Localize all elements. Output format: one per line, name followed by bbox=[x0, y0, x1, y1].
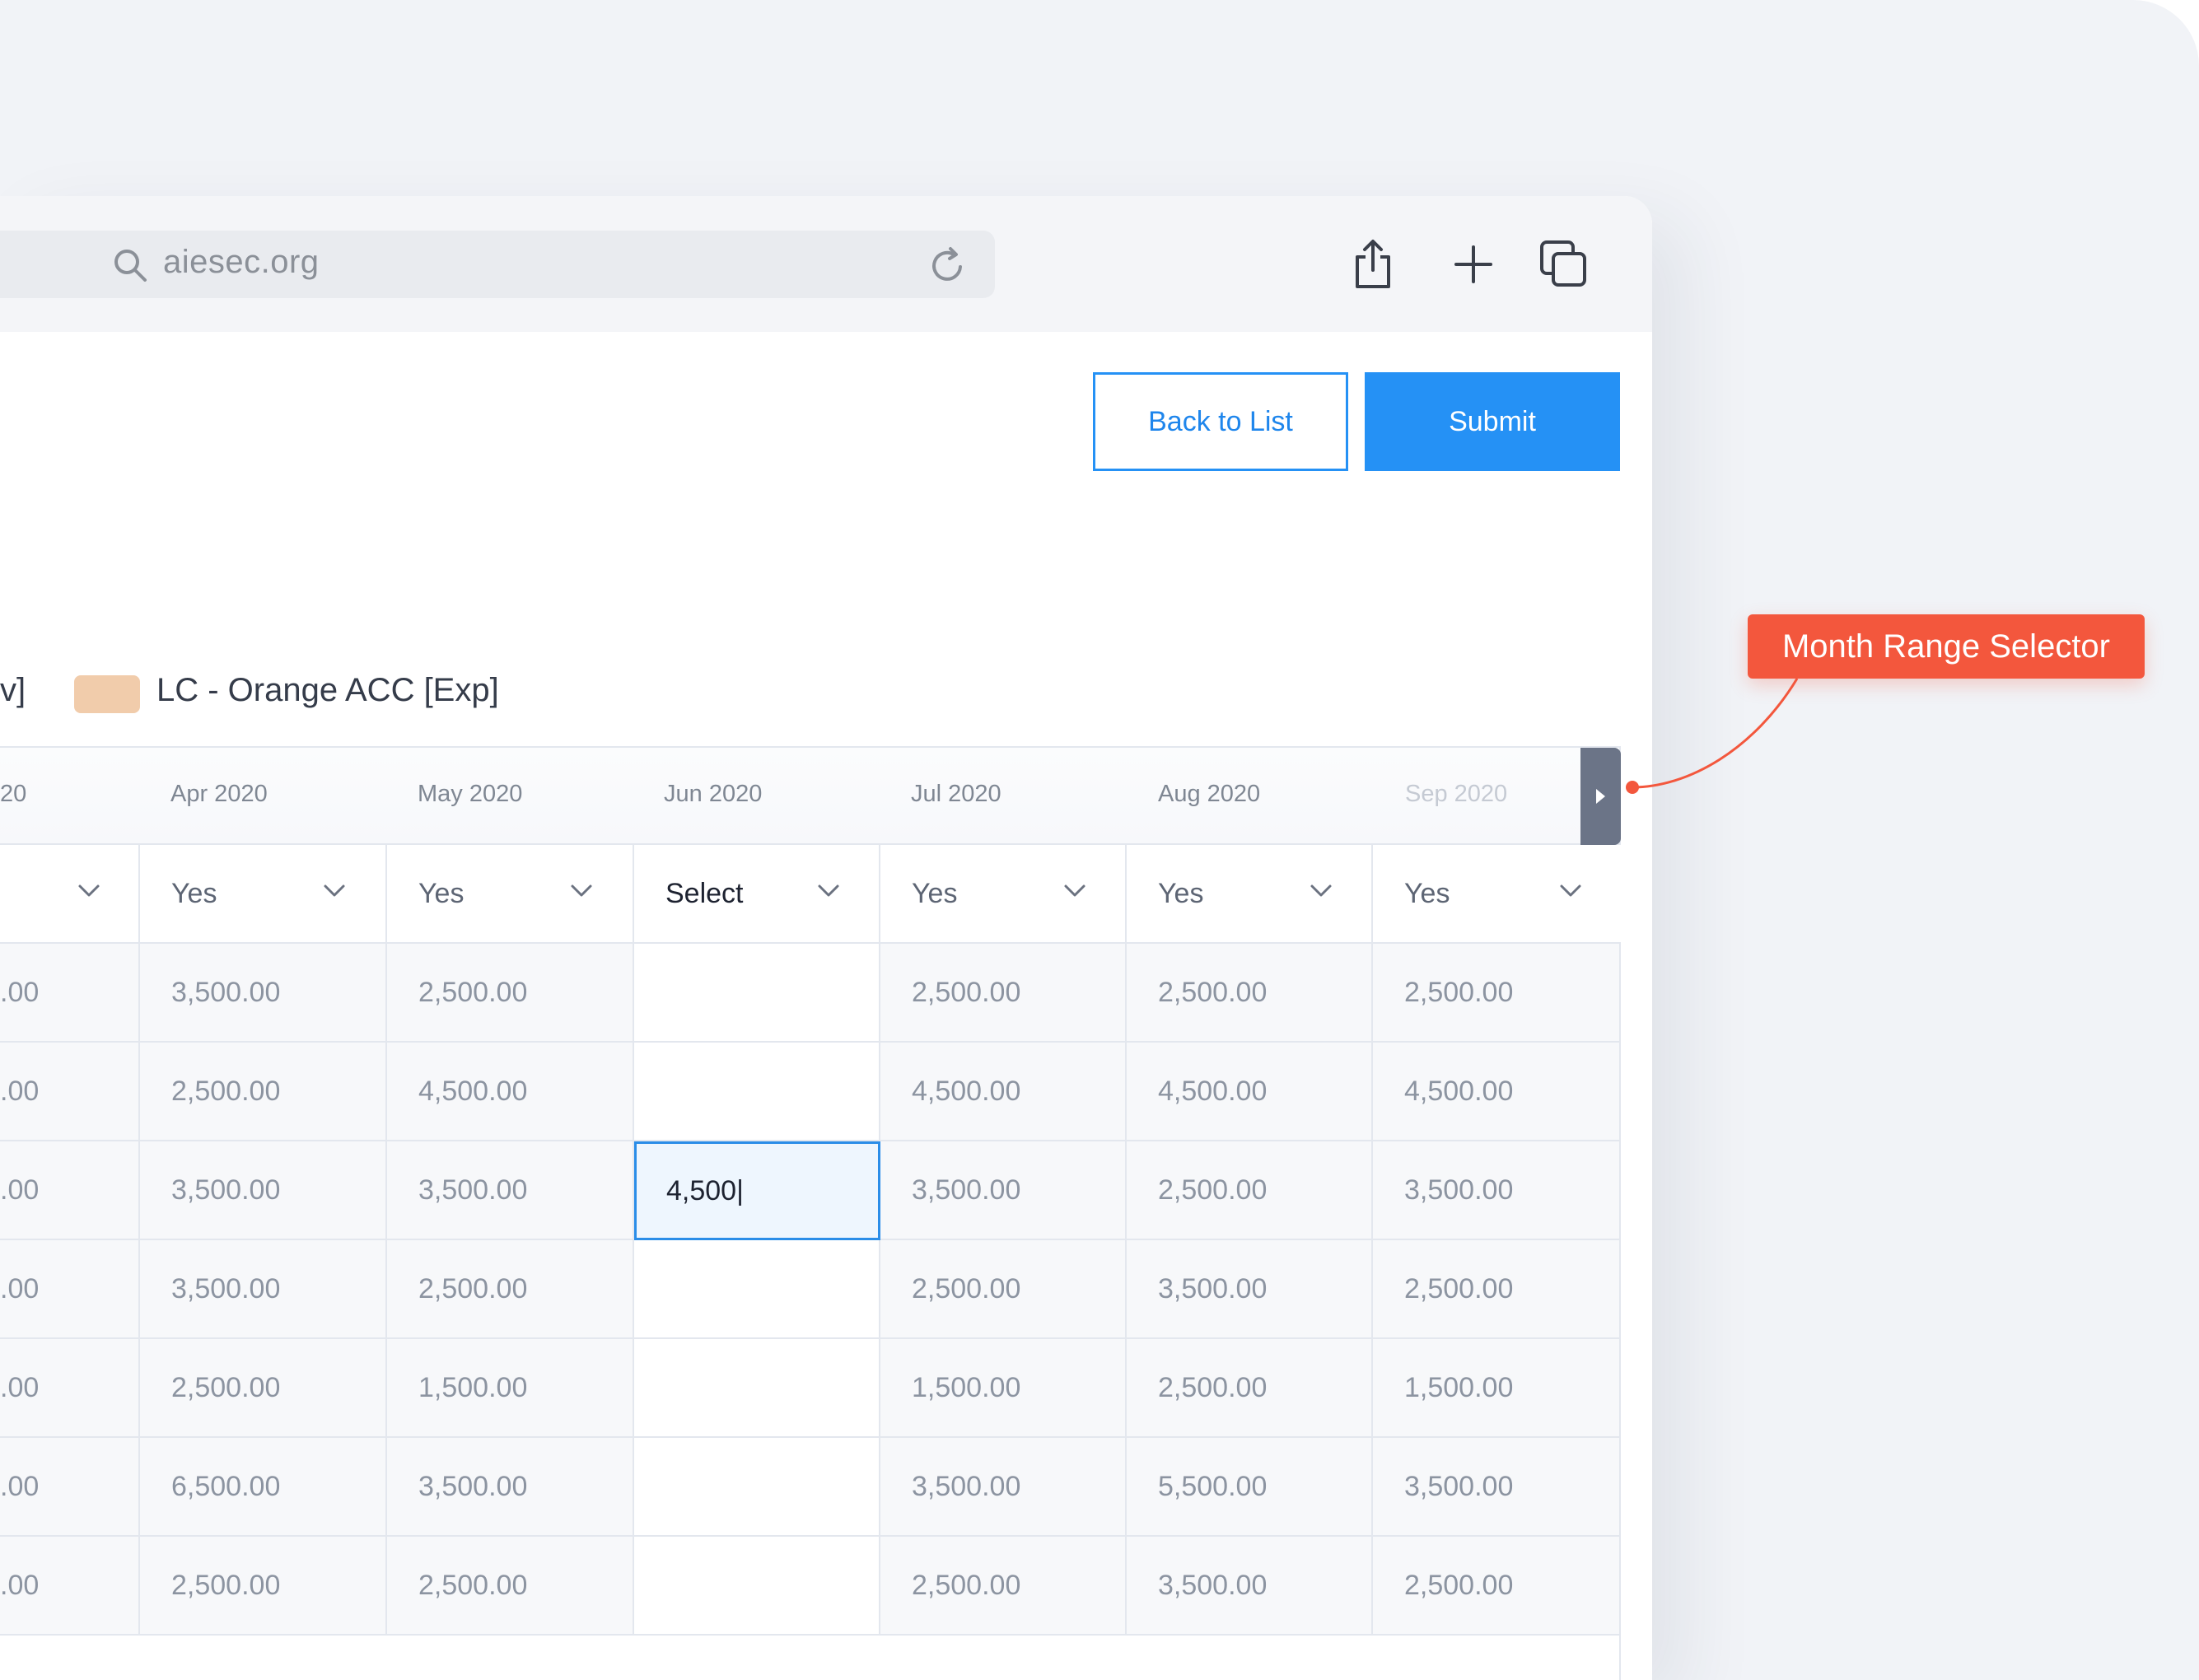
amount-cell[interactable]: 1,500.00 bbox=[1373, 1339, 1621, 1436]
amount-cell[interactable]: 4,500.00 bbox=[387, 1043, 634, 1140]
legend-item-label: LC - Orange ACC [Exp] bbox=[156, 672, 499, 708]
amount-cell[interactable]: 2,500.00 bbox=[387, 1537, 634, 1634]
amount-cell[interactable]: 2,500.00 bbox=[1373, 944, 1621, 1041]
browser-toolbar: aiesec.org bbox=[0, 196, 1652, 332]
legend-partial-label: v] bbox=[0, 672, 26, 708]
select-cell[interactable]: Yes bbox=[387, 845, 634, 942]
amount-cell[interactable]: 2,500.00 bbox=[1127, 1141, 1373, 1239]
amount-cell[interactable]: 2,500.00 bbox=[1373, 1240, 1621, 1337]
amount-cell[interactable]: .00 bbox=[0, 1240, 140, 1337]
amount-cell[interactable]: .00 bbox=[0, 944, 140, 1041]
select-cell[interactable]: Select bbox=[634, 845, 880, 942]
amount-cell[interactable]: 1,500.00 bbox=[387, 1339, 634, 1436]
chevron-down-icon bbox=[1560, 884, 1581, 897]
month-label: Jun 2020 bbox=[664, 781, 763, 807]
browser-window: aiesec.org Back to List Submit v] LC - O… bbox=[0, 196, 1652, 1680]
amount-cell[interactable]: 2,500.00 bbox=[880, 1240, 1127, 1337]
amount-cell[interactable]: 2,500.00 bbox=[1127, 944, 1373, 1041]
month-label: Sep 2020 bbox=[1405, 781, 1508, 807]
legend-swatch bbox=[74, 675, 140, 713]
select-cell[interactable] bbox=[0, 845, 140, 942]
amount-cell[interactable]: .00 bbox=[0, 1438, 140, 1535]
amount-cell[interactable]: 2,500.00 bbox=[880, 944, 1127, 1041]
month-label: Apr 2020 bbox=[170, 781, 268, 807]
amount-cell[interactable]: 4,500.00 bbox=[1373, 1043, 1621, 1140]
amount-cell[interactable] bbox=[634, 1339, 880, 1436]
amount-cell[interactable]: 2,500.00 bbox=[140, 1043, 387, 1140]
select-cell[interactable]: Yes bbox=[1127, 845, 1373, 942]
month-range-header: 20 Apr 2020 May 2020 Jun 2020 Jul 2020 A… bbox=[0, 748, 1621, 845]
amount-cell[interactable] bbox=[634, 944, 880, 1041]
amount-cell[interactable]: 3,500.00 bbox=[140, 944, 387, 1041]
amount-cell[interactable]: 1,500.00 bbox=[880, 1339, 1127, 1436]
amount-cell[interactable]: 5,500.00 bbox=[1127, 1438, 1373, 1535]
select-cell[interactable]: Yes bbox=[880, 845, 1127, 942]
share-icon[interactable] bbox=[1346, 237, 1400, 292]
amount-cell[interactable]: .00 bbox=[0, 1537, 140, 1634]
month-label: May 2020 bbox=[418, 781, 523, 807]
month-range-selector-callout: Month Range Selector bbox=[1748, 614, 2145, 679]
amount-cell[interactable]: 3,500.00 bbox=[140, 1141, 387, 1239]
month-label: 20 bbox=[0, 781, 27, 807]
amount-cell[interactable]: 3,500.00 bbox=[1127, 1537, 1373, 1634]
chevron-down-icon bbox=[78, 884, 100, 897]
chevron-down-icon bbox=[324, 884, 345, 897]
amount-cell[interactable]: 2,500.00 bbox=[1127, 1339, 1373, 1436]
amount-cell[interactable]: 3,500.00 bbox=[880, 1141, 1127, 1239]
url-text: aiesec.org bbox=[163, 244, 320, 280]
address-bar[interactable]: aiesec.org bbox=[0, 231, 995, 298]
select-cell[interactable]: Yes bbox=[140, 845, 387, 942]
amount-cell[interactable]: .00 bbox=[0, 1141, 140, 1239]
table-row: .00 6,500.00 3,500.00 3,500.00 5,500.00 3,500… bbox=[0, 1438, 1619, 1537]
amount-cell[interactable]: .00 bbox=[0, 1339, 140, 1436]
reload-icon[interactable] bbox=[927, 245, 969, 287]
amount-cell[interactable]: 3,500.00 bbox=[1373, 1438, 1621, 1535]
month-label: Jul 2020 bbox=[911, 781, 1001, 807]
amount-cell[interactable]: 2,500.00 bbox=[387, 1240, 634, 1337]
amount-cell[interactable]: 3,500.00 bbox=[880, 1438, 1127, 1535]
amount-cell[interactable]: 2,500.00 bbox=[880, 1537, 1127, 1634]
table-row: .00 3,500.00 3,500.00 4,500| 3,500.00 2,500.0… bbox=[0, 1141, 1619, 1240]
chevron-down-icon bbox=[571, 884, 592, 897]
amount-cell[interactable]: 4,500.00 bbox=[1127, 1043, 1373, 1140]
callout-connector bbox=[1626, 678, 1799, 794]
select-row: Yes Yes Select Yes Yes Yes bbox=[0, 845, 1621, 944]
amount-cell[interactable]: 2,500.00 bbox=[1373, 1537, 1621, 1634]
budget-grid: 20 Apr 2020 May 2020 Jun 2020 Jul 2020 A… bbox=[0, 746, 1621, 1680]
amount-cell[interactable] bbox=[634, 1043, 880, 1140]
tabs-icon[interactable] bbox=[1537, 237, 1591, 292]
select-cell[interactable]: Yes bbox=[1373, 845, 1621, 942]
new-tab-icon[interactable] bbox=[1446, 237, 1501, 292]
table-row: .00 2,500.00 1,500.00 1,500.00 2,500.00 1,500… bbox=[0, 1339, 1619, 1438]
amount-cell[interactable]: 3,500.00 bbox=[1373, 1141, 1621, 1239]
amount-cell[interactable]: 3,500.00 bbox=[387, 1141, 634, 1239]
amount-cell[interactable]: 3,500.00 bbox=[387, 1438, 634, 1535]
amount-cell[interactable]: 2,500.00 bbox=[140, 1339, 387, 1436]
amount-cell[interactable]: 3,500.00 bbox=[140, 1240, 387, 1337]
amount-cell[interactable]: .00 bbox=[0, 1043, 140, 1140]
back-to-list-button[interactable]: Back to List bbox=[1093, 372, 1348, 471]
amount-input-active[interactable]: 4,500| bbox=[634, 1141, 880, 1240]
submit-button[interactable]: Submit bbox=[1365, 372, 1620, 471]
chevron-down-icon bbox=[1064, 884, 1085, 897]
amount-cell[interactable] bbox=[634, 1438, 880, 1535]
amount-cell[interactable] bbox=[634, 1537, 880, 1634]
table-row: .00 3,500.00 2,500.00 2,500.00 2,500.00 2,500… bbox=[0, 944, 1619, 1043]
month-label: Aug 2020 bbox=[1158, 781, 1261, 807]
amount-cell[interactable] bbox=[634, 1240, 880, 1337]
amount-cell[interactable]: 3,500.00 bbox=[1127, 1240, 1373, 1337]
chevron-down-icon bbox=[818, 884, 839, 897]
table-row: .00 2,500.00 2,500.00 2,500.00 3,500.00 2,500… bbox=[0, 1537, 1619, 1636]
chevron-down-icon bbox=[1310, 884, 1332, 897]
amount-cell[interactable]: 4,500.00 bbox=[880, 1043, 1127, 1140]
amount-cell[interactable]: 2,500.00 bbox=[387, 944, 634, 1041]
table-row: .00 2,500.00 4,500.00 4,500.00 4,500.00 4,500… bbox=[0, 1043, 1619, 1141]
table-row: .00 3,500.00 2,500.00 2,500.00 3,500.00 2,500… bbox=[0, 1240, 1619, 1339]
amount-cell[interactable]: 2,500.00 bbox=[140, 1537, 387, 1634]
search-icon bbox=[114, 250, 147, 282]
amount-cell[interactable]: 6,500.00 bbox=[140, 1438, 387, 1535]
caret-right-icon bbox=[1596, 789, 1605, 804]
